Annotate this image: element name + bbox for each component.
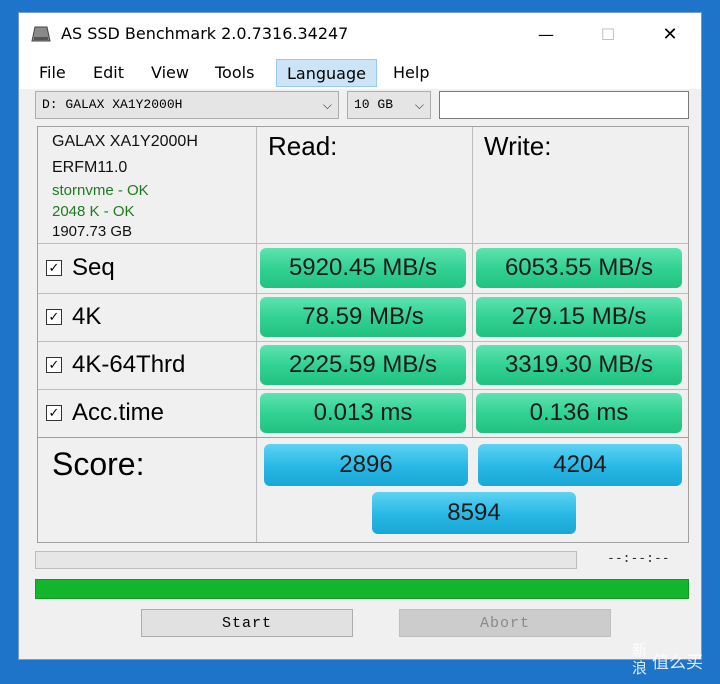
results-grid: GALAX XA1Y2000H ERFM11.0 stornvme - OK 2… (37, 126, 689, 438)
row-label-text: 4K-64Thrd (72, 351, 186, 378)
4k-64thrd-write-value: 3319.30 MB/s (476, 345, 682, 385)
minimize-button[interactable]: — (523, 13, 569, 55)
close-button[interactable]: ✕ (647, 13, 693, 55)
read-score: 2896 (264, 444, 468, 486)
row-label-4k-64thrd[interactable]: ✓ 4K-64Thrd (46, 345, 185, 385)
checkbox-4k[interactable]: ✓ (46, 309, 62, 325)
write-score: 4204 (478, 444, 682, 486)
chevron-down-icon: ⌵ (414, 98, 424, 112)
menu-bar: File Edit View Tools Language Help (19, 55, 701, 89)
seq-read-value: 5920.45 MB/s (260, 248, 466, 288)
start-button[interactable]: Start (141, 609, 353, 637)
size-select[interactable]: 10 GB ⌵ (347, 91, 431, 119)
overall-progress-bar (35, 579, 689, 599)
4k-read-value: 78.59 MB/s (260, 297, 466, 337)
driver-status: stornvme - OK (52, 182, 149, 199)
acc-time-read-value: 0.013 ms (260, 393, 466, 433)
free-text-field[interactable] (439, 91, 689, 119)
grid-divider (38, 243, 688, 244)
watermark-char: 新 (632, 641, 647, 659)
write-header: Write: (484, 131, 552, 161)
row-label-seq[interactable]: ✓ Seq (46, 248, 115, 288)
drive-capacity: 1907.73 GB (52, 223, 133, 240)
elapsed-time: --:--:-- (607, 551, 670, 566)
grid-divider (38, 341, 688, 342)
drive-select-value: D: GALAX XA1Y2000H (42, 97, 183, 112)
test-progress-bar (35, 551, 577, 569)
menu-help[interactable]: Help (383, 59, 439, 87)
drive-firmware: ERFM11.0 (52, 159, 128, 176)
alignment-status: 2048 K - OK (52, 203, 135, 220)
row-label-4k[interactable]: ✓ 4K (46, 297, 101, 337)
menu-edit[interactable]: Edit (83, 59, 134, 87)
app-disk-icon (31, 26, 51, 42)
menu-language[interactable]: Language (276, 59, 377, 87)
row-label-text: 4K (72, 303, 102, 330)
acc-time-write-value: 0.136 ms (476, 393, 682, 433)
grid-divider (472, 127, 473, 437)
4k-64thrd-read-value: 2225.59 MB/s (260, 345, 466, 385)
row-label-text: Seq (72, 254, 115, 281)
watermark-char: 浪 (632, 659, 647, 676)
abort-button[interactable]: Abort (399, 609, 611, 637)
watermark-brand: 值么买 (652, 653, 703, 673)
4k-write-value: 279.15 MB/s (476, 297, 682, 337)
seq-write-value: 6053.55 MB/s (476, 248, 682, 288)
checkbox-acc-time[interactable]: ✓ (46, 405, 62, 421)
menu-tools[interactable]: Tools (205, 59, 264, 87)
menu-view[interactable]: View (141, 59, 199, 87)
menu-file[interactable]: File (29, 59, 76, 87)
grid-divider (38, 389, 688, 390)
row-label-acc-time[interactable]: ✓ Acc.time (46, 393, 164, 433)
toolbar: D: GALAX XA1Y2000H ⌵ 10 GB ⌵ (19, 89, 701, 125)
total-score: 8594 (372, 492, 576, 534)
title-bar: AS SSD Benchmark 2.0.7316.34247 — ☐ ✕ (19, 13, 701, 55)
chevron-down-icon: ⌵ (322, 98, 332, 112)
grid-divider (38, 293, 688, 294)
site-watermark-logo: 新 浪 值么买 (632, 641, 703, 676)
read-header: Read: (268, 131, 338, 161)
size-select-value: 10 GB (354, 97, 394, 112)
checkbox-seq[interactable]: ✓ (46, 260, 62, 276)
maximize-button[interactable]: ☐ (585, 13, 631, 55)
score-panel: Score: 2896 4204 8594 (37, 437, 689, 543)
window-title: AS SSD Benchmark 2.0.7316.34247 (61, 24, 349, 43)
grid-divider (256, 127, 257, 437)
grid-divider (256, 438, 257, 542)
checkbox-4k-64thrd[interactable]: ✓ (46, 357, 62, 373)
score-label: Score: (52, 446, 145, 482)
drive-model: GALAX XA1Y2000H (52, 133, 198, 150)
app-window: AS SSD Benchmark 2.0.7316.34247 — ☐ ✕ Fi… (18, 12, 702, 660)
drive-select[interactable]: D: GALAX XA1Y2000H ⌵ (35, 91, 339, 119)
row-label-text: Acc.time (72, 399, 165, 426)
